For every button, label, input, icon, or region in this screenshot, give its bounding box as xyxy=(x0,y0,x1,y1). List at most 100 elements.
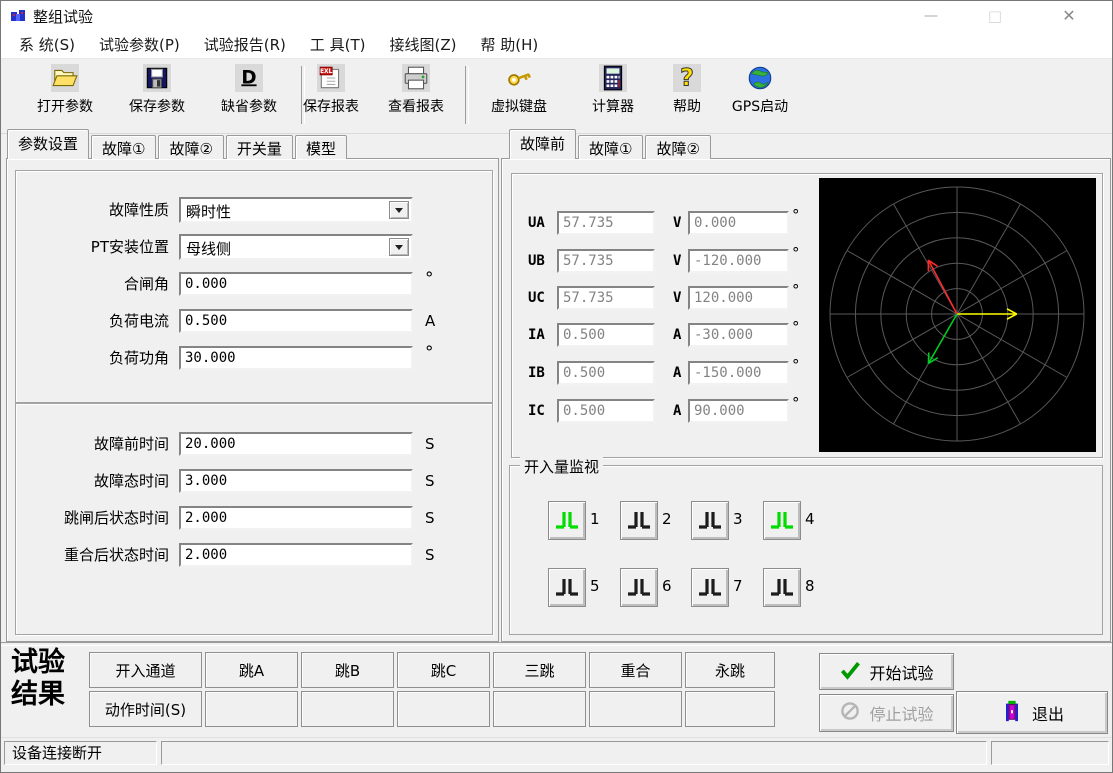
ub-angle-field[interactable]: -120.000 xyxy=(688,249,789,273)
binary-input-6[interactable] xyxy=(620,568,658,607)
binary-input-number: 4 xyxy=(805,501,815,538)
results-title: 试验 结果 xyxy=(11,647,65,711)
ic-angle-field[interactable]: 90.000 xyxy=(688,399,789,423)
gps-start-button[interactable]: GPS启动 xyxy=(724,64,796,116)
unit-label: A xyxy=(673,323,681,347)
table-cell xyxy=(397,691,490,727)
menu-wiring-diagram[interactable]: 接线图(Z) xyxy=(390,34,457,55)
column-header: 开入通道 xyxy=(89,652,202,688)
table-cell xyxy=(301,691,394,727)
ia-value-field[interactable]: 0.500 xyxy=(557,323,655,347)
phasor-name: UC xyxy=(528,286,545,310)
ib-angle-field[interactable]: -150.000 xyxy=(688,361,789,385)
menu-test-report[interactable]: 试验报告(R) xyxy=(204,34,286,55)
toolbar-label: 查看报表 xyxy=(373,96,459,116)
contact-switch-icon xyxy=(770,510,794,532)
status-message xyxy=(161,741,987,765)
tab-right-fault-1[interactable]: 故障① xyxy=(578,135,643,159)
tab-right-fault-2[interactable]: 故障② xyxy=(645,135,710,159)
column-header: 跳B xyxy=(301,652,394,688)
ic-value-field[interactable]: 0.500 xyxy=(557,399,655,423)
unit-label: S xyxy=(425,543,435,567)
svg-text:?: ? xyxy=(680,64,694,92)
results-title-line1: 试验 xyxy=(11,647,65,679)
save-report-button[interactable]: EXL 保存报表 xyxy=(288,64,374,116)
ua-angle-field[interactable]: 0.000 xyxy=(688,211,789,235)
contact-switch-icon xyxy=(698,510,722,532)
close-button[interactable]: ✕ xyxy=(1047,1,1091,31)
post-reclose-time-input[interactable]: 2.000 xyxy=(179,543,413,567)
help-button[interactable]: ? 帮助 xyxy=(657,64,717,116)
post-trip-time-label: 跳闸后状态时间 xyxy=(21,506,169,530)
toolbar-label: GPS启动 xyxy=(724,96,796,116)
menu-tools[interactable]: 工 具(T) xyxy=(310,34,366,55)
view-report-button[interactable]: 查看报表 xyxy=(373,64,459,116)
start-test-button[interactable]: 开始试验 xyxy=(819,653,954,690)
calculator-button[interactable]: 计算器 xyxy=(570,64,656,116)
toolbar-label: 缺省参数 xyxy=(206,96,292,116)
unit-label: S xyxy=(425,469,435,493)
default-params-button[interactable]: D 缺省参数 xyxy=(206,64,292,116)
fault-state-time-label: 故障态时间 xyxy=(21,469,169,493)
binary-input-1[interactable] xyxy=(548,501,586,540)
toolbar: 打开参数 保存参数 D 缺省参数 xyxy=(1,58,1112,134)
menu-help[interactable]: 帮 助(H) xyxy=(481,34,539,55)
contact-switch-icon xyxy=(555,510,579,532)
binary-input-number: 1 xyxy=(590,501,600,538)
open-params-button[interactable]: 打开参数 xyxy=(22,64,108,116)
tab-switch-quantity[interactable]: 开关量 xyxy=(226,135,293,159)
exit-button[interactable]: 退出 xyxy=(956,691,1108,734)
binary-input-7[interactable] xyxy=(691,568,729,607)
menu-test-params[interactable]: 试验参数(P) xyxy=(99,34,180,55)
toolbar-label: 打开参数 xyxy=(22,96,108,116)
uc-angle-field[interactable]: 120.000 xyxy=(688,286,789,310)
contact-switch-icon xyxy=(770,577,794,599)
binary-input-3[interactable] xyxy=(691,501,729,540)
ua-value-field[interactable]: 57.735 xyxy=(557,211,655,235)
prefault-time-label: 故障前时间 xyxy=(21,432,169,456)
phasor-name: IB xyxy=(528,361,545,385)
fault-state-time-input[interactable]: 3.000 xyxy=(179,469,413,493)
results-title-line2: 结果 xyxy=(11,679,65,711)
toolbar-label: 帮助 xyxy=(657,96,717,116)
column-header: 跳C xyxy=(397,652,490,688)
save-report-icon: EXL xyxy=(317,64,345,92)
tab-fault-1[interactable]: 故障① xyxy=(91,135,156,159)
window-title: 整组试验 xyxy=(33,6,93,27)
binary-input-4[interactable] xyxy=(763,501,801,540)
tab-fault-2[interactable]: 故障② xyxy=(158,135,223,159)
post-trip-time-input[interactable]: 2.000 xyxy=(179,506,413,530)
table-cell xyxy=(205,691,298,727)
ia-angle-field[interactable]: -30.000 xyxy=(688,323,789,347)
minimize-button[interactable]: — xyxy=(909,1,953,31)
prefault-time-input[interactable]: 20.000 xyxy=(179,432,413,456)
contact-switch-icon xyxy=(627,577,651,599)
binary-input-2[interactable] xyxy=(620,501,658,540)
post-reclose-time-label: 重合后状态时间 xyxy=(21,543,169,567)
virtual-keyboard-button[interactable]: 虚拟键盘 xyxy=(476,64,562,116)
unit-label: ° xyxy=(425,272,434,286)
menu-system[interactable]: 系 统(S) xyxy=(19,34,75,55)
toolbar-label: 计算器 xyxy=(570,96,656,116)
binary-input-8[interactable] xyxy=(763,568,801,607)
ub-value-field[interactable]: 57.735 xyxy=(557,249,655,273)
stop-test-button[interactable]: 停止试验 xyxy=(819,694,954,732)
degree-label: ° xyxy=(792,356,800,374)
left-tab-strip: 参数设置 故障① 故障② 开关量 模型 xyxy=(7,132,349,159)
ib-value-field[interactable]: 0.500 xyxy=(557,361,655,385)
globe-icon xyxy=(746,64,774,92)
maximize-button[interactable]: □ xyxy=(973,1,1017,31)
save-params-button[interactable]: 保存参数 xyxy=(114,64,200,116)
exit-door-icon xyxy=(1000,698,1024,728)
phasor-diagram xyxy=(819,178,1096,452)
unit-label: A xyxy=(673,361,681,385)
tab-param-settings[interactable]: 参数设置 xyxy=(7,129,89,159)
uc-value-field[interactable]: 57.735 xyxy=(557,286,655,310)
tab-prefault[interactable]: 故障前 xyxy=(509,129,576,159)
menu-bar: 系 统(S) 试验参数(P) 试验报告(R) 工 具(T) 接线图(Z) 帮 助… xyxy=(1,31,1112,58)
column-header: 三跳 xyxy=(493,652,586,688)
binary-input-5[interactable] xyxy=(548,568,586,607)
phasor-canvas xyxy=(819,178,1096,452)
tab-model[interactable]: 模型 xyxy=(295,135,347,159)
toolbar-label: 保存报表 xyxy=(288,96,374,116)
